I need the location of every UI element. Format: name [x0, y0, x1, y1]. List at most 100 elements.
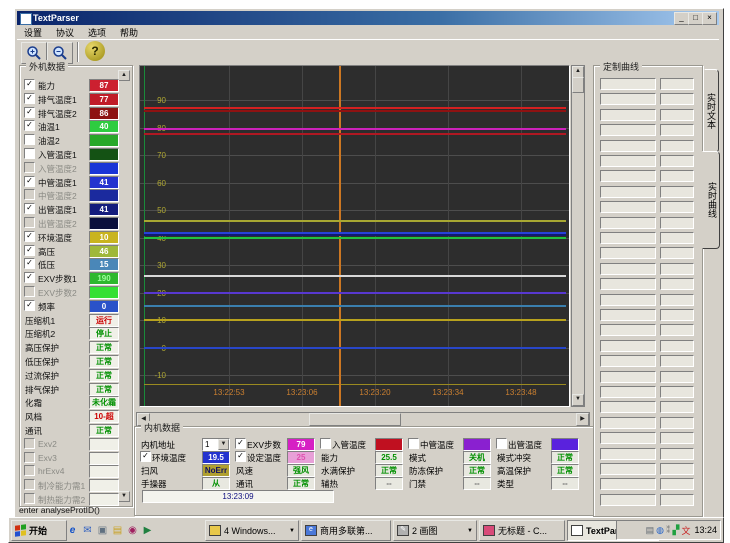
checkbox[interactable]: ✓	[235, 438, 246, 449]
checkbox[interactable]: ✓	[24, 93, 35, 104]
custom-curve-slot[interactable]	[600, 478, 656, 490]
checkbox[interactable]	[24, 148, 35, 159]
custom-curve-value[interactable]	[660, 478, 694, 490]
custom-curve-value[interactable]	[660, 232, 694, 244]
chevron-down-icon[interactable]: ▼	[218, 439, 229, 450]
close-button[interactable]: ×	[702, 12, 717, 25]
restore-button[interactable]: □	[688, 12, 703, 25]
checkbox[interactable]: ✓	[24, 300, 35, 311]
indoor-address-select[interactable]: 1▼	[202, 438, 230, 451]
chart-vscrollbar[interactable]: ▲ ▼	[571, 65, 585, 407]
chevron-down-icon[interactable]: ▼	[289, 528, 295, 534]
custom-curve-slot[interactable]	[600, 109, 656, 121]
printer-icon[interactable]: ▤	[646, 525, 655, 536]
custom-curve-slot[interactable]	[600, 355, 656, 367]
custom-curve-value[interactable]	[660, 140, 694, 152]
notes-icon[interactable]: ▤	[110, 523, 125, 538]
custom-curve-slot[interactable]	[600, 340, 656, 352]
custom-curve-slot[interactable]	[600, 494, 656, 506]
minimize-button[interactable]: _	[674, 12, 689, 25]
custom-curve-slot[interactable]	[600, 278, 656, 290]
custom-curve-value[interactable]	[660, 109, 694, 121]
custom-curve-value[interactable]	[660, 186, 694, 198]
custom-curve-value[interactable]	[660, 124, 694, 136]
checkbox[interactable]: ✓	[140, 451, 151, 462]
checkbox[interactable]: ✓	[24, 272, 35, 283]
custom-curve-slot[interactable]	[600, 324, 656, 336]
checkbox[interactable]	[24, 134, 35, 145]
custom-curve-slot[interactable]	[600, 247, 656, 259]
custom-curve-slot[interactable]	[600, 186, 656, 198]
custom-curve-slot[interactable]	[600, 93, 656, 105]
custom-curve-slot[interactable]	[600, 371, 656, 383]
custom-curve-value[interactable]	[660, 93, 694, 105]
checkbox[interactable]: ✓	[24, 258, 35, 269]
checkbox[interactable]	[496, 438, 507, 449]
custom-curve-slot[interactable]	[600, 309, 656, 321]
messenger-icon[interactable]: ◍	[656, 525, 664, 536]
tab-realtime-curve[interactable]: 实时曲线	[702, 151, 720, 249]
custom-curve-value[interactable]	[660, 324, 694, 336]
custom-curve-slot[interactable]	[600, 124, 656, 136]
custom-curve-value[interactable]	[660, 263, 694, 275]
taskbar-button-0[interactable]: 4 Windows...▼	[205, 520, 299, 541]
custom-curve-slot[interactable]	[600, 232, 656, 244]
help-button[interactable]: ?	[85, 41, 105, 61]
custom-curve-value[interactable]	[660, 247, 694, 259]
checkbox[interactable]: ✓	[24, 107, 35, 118]
custom-curve-value[interactable]	[660, 355, 694, 367]
folder-go-icon[interactable]: ▶	[140, 523, 155, 538]
menu-item-3[interactable]: 帮助	[113, 26, 145, 39]
title-bar[interactable]: TextParser _ □ ×	[17, 11, 719, 25]
custom-curve-value[interactable]	[660, 155, 694, 167]
checkbox[interactable]: ✓	[24, 176, 35, 187]
scanner-icon[interactable]: ⁑	[666, 525, 671, 536]
custom-curve-value[interactable]	[660, 217, 694, 229]
custom-curve-value[interactable]	[660, 294, 694, 306]
hscroll-thumb[interactable]	[309, 413, 401, 426]
custom-curve-value[interactable]	[660, 386, 694, 398]
media-icon[interactable]: ◉	[125, 523, 140, 538]
checkbox[interactable]	[408, 438, 419, 449]
checkbox[interactable]: ✓	[24, 231, 35, 242]
vscroll-thumb[interactable]	[572, 77, 584, 93]
chart-hscrollbar[interactable]: ◀ ▶	[136, 412, 590, 427]
custom-curve-value[interactable]	[660, 463, 694, 475]
custom-curve-value[interactable]	[660, 278, 694, 290]
tab-realtime-text[interactable]: 实时文本	[704, 69, 719, 153]
custom-curve-slot[interactable]	[600, 78, 656, 90]
checkbox[interactable]: ✓	[24, 245, 35, 256]
custom-curve-slot[interactable]	[600, 217, 656, 229]
custom-curve-slot[interactable]	[600, 432, 656, 444]
custom-curve-slot[interactable]	[600, 140, 656, 152]
custom-curve-value[interactable]	[660, 417, 694, 429]
checkbox[interactable]: ✓	[24, 203, 35, 214]
custom-curve-slot[interactable]	[600, 294, 656, 306]
custom-curve-value[interactable]	[660, 371, 694, 383]
checkbox[interactable]: ✓	[235, 451, 246, 462]
custom-curve-slot[interactable]	[600, 386, 656, 398]
vscroll-down-arrow[interactable]: ▼	[572, 394, 584, 406]
custom-curve-slot[interactable]	[600, 170, 656, 182]
checkbox[interactable]: ✓	[24, 79, 35, 90]
custom-curve-value[interactable]	[660, 201, 694, 213]
chevron-down-icon[interactable]: ▼	[467, 528, 473, 534]
menu-item-1[interactable]: 协议	[49, 26, 81, 39]
show-desktop-icon[interactable]: ▣	[95, 523, 110, 538]
custom-curve-slot[interactable]	[600, 401, 656, 413]
custom-curve-slot[interactable]	[600, 463, 656, 475]
custom-curve-slot[interactable]	[600, 201, 656, 213]
start-button[interactable]: 开始	[11, 520, 67, 541]
trend-chart[interactable]: 9080706050403020100-1013:22:5313:23:0613…	[139, 65, 570, 407]
menu-item-2[interactable]: 选项	[81, 26, 113, 39]
custom-curve-slot[interactable]	[600, 417, 656, 429]
checkbox[interactable]	[320, 438, 331, 449]
taskbar-button-3[interactable]: 无标题 - C...	[479, 520, 565, 541]
custom-curve-value[interactable]	[660, 448, 694, 460]
hscroll-right-arrow[interactable]: ▶	[576, 413, 589, 426]
custom-curve-value[interactable]	[660, 78, 694, 90]
custom-curve-value[interactable]	[660, 340, 694, 352]
mail-icon[interactable]: ✉	[80, 523, 95, 538]
custom-curve-value[interactable]	[660, 170, 694, 182]
custom-curve-value[interactable]	[660, 432, 694, 444]
